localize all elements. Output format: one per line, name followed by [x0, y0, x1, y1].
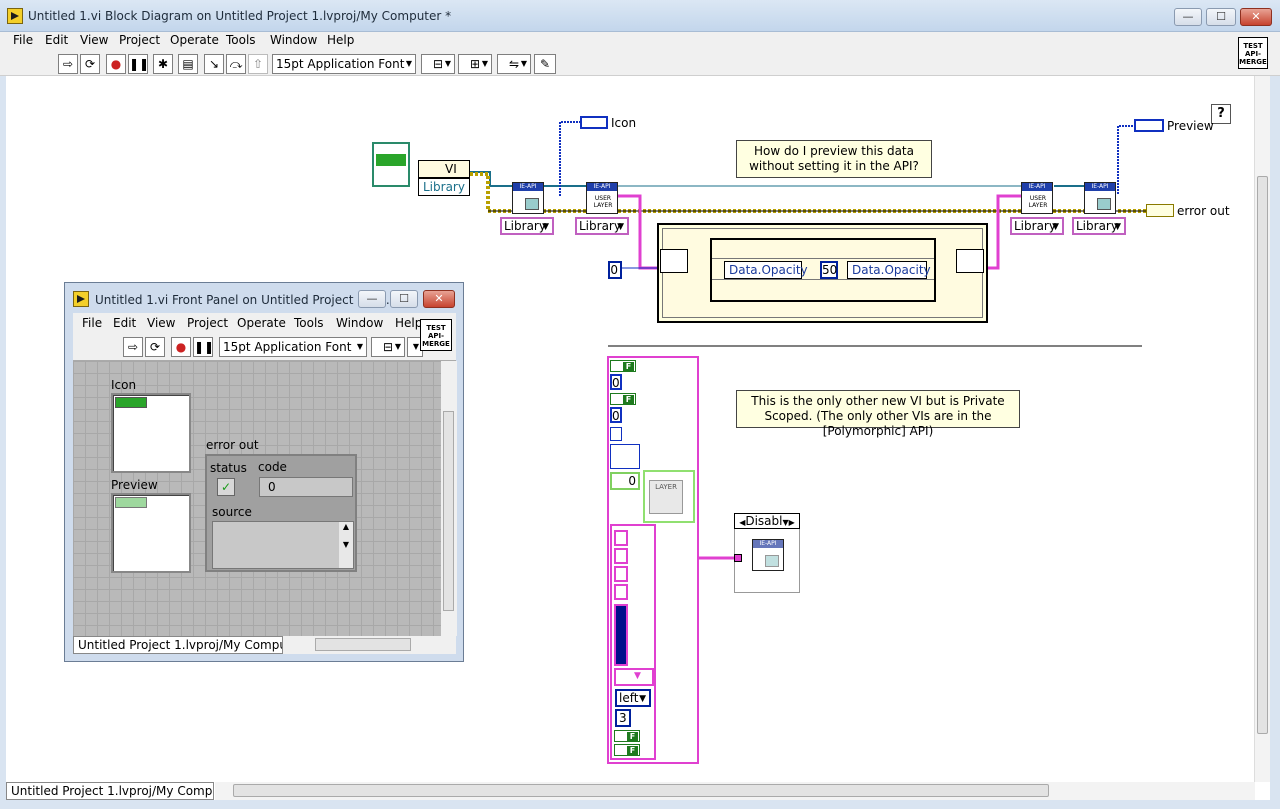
fp-status-bar: Untitled Project 1.lvproj/My Computer — [73, 636, 283, 654]
fp-menu-view[interactable]: View — [147, 316, 175, 330]
api-subvi-1[interactable]: IE-API — [512, 182, 544, 214]
opacity-property-1[interactable]: Data.Opacity — [724, 261, 808, 279]
vertical-scrollbar[interactable] — [1254, 76, 1270, 782]
fp-status-check-icon: ✓ — [217, 478, 235, 496]
fp-menu-edit[interactable]: Edit — [113, 316, 136, 330]
icon-indicator-label: Icon — [611, 116, 637, 130]
numeric-constant-4[interactable]: 3 — [615, 709, 631, 727]
vi-reference-node[interactable]: VI — [418, 160, 470, 178]
disable-selector[interactable]: ◀Disabl▼▶ — [734, 513, 800, 529]
fp-menu-help[interactable]: Help — [395, 316, 422, 330]
numeric-constant-1[interactable]: 0 — [610, 374, 622, 390]
array-element[interactable] — [614, 566, 628, 582]
window-frame-left — [0, 76, 6, 800]
picture-constant[interactable] — [610, 444, 640, 469]
fp-menu-project[interactable]: Project — [187, 316, 228, 330]
opacity-property-2[interactable]: Data.Opacity — [847, 261, 931, 279]
fp-toolbar: ⇨ ⟳ ● ❚❚ 15pt Application Font ⊟ — [73, 333, 456, 361]
comment-note-1: How do I preview this data without setti… — [736, 140, 932, 178]
library-selector-2[interactable]: Library — [575, 217, 629, 235]
bundle-node[interactable] — [956, 249, 984, 273]
boolean-constant-2[interactable]: F — [610, 393, 636, 405]
fp-menu-file[interactable]: File — [82, 316, 102, 330]
window-frame-right — [1270, 76, 1280, 809]
layer-constant[interactable]: LAYER — [643, 470, 695, 523]
picture-wire — [1117, 125, 1134, 194]
array-element[interactable] — [614, 584, 628, 600]
status-bar: Untitled Project 1.lvproj/My Computer — [6, 782, 214, 800]
fp-font-selector[interactable]: 15pt Application Font — [219, 337, 367, 357]
fp-vi-icon: TEST API-MERGE — [420, 319, 452, 351]
boolean-constant-1[interactable]: F — [610, 360, 636, 372]
error-out-terminal[interactable] — [1146, 204, 1174, 217]
preview-indicator-terminal[interactable] — [1134, 119, 1164, 132]
zero-constant[interactable]: 0 — [608, 261, 622, 279]
fp-pause-icon[interactable]: ❚❚ — [193, 337, 214, 357]
boolean-constant-3[interactable]: F — [614, 730, 640, 742]
fp-minimize-button[interactable]: — — [358, 290, 386, 308]
array-element[interactable] — [614, 530, 628, 546]
preview-indicator-label: Preview — [1167, 119, 1214, 133]
unbundle-node[interactable] — [660, 249, 688, 273]
front-panel-title: Untitled 1.vi Front Panel on Untitled Pr… — [95, 293, 390, 307]
user-layer-subvi-1[interactable]: IE-API USER LAYER — [586, 182, 618, 214]
fifty-constant[interactable]: 50 — [820, 261, 838, 279]
array-element[interactable] — [614, 548, 628, 564]
numeric-constant-3[interactable]: 0 — [610, 472, 640, 490]
fp-code-label: code — [258, 460, 287, 474]
error-out-label: error out — [1177, 204, 1230, 218]
fp-status-label: status — [210, 461, 247, 475]
numeric-constant-2[interactable]: 0 — [610, 407, 622, 423]
fp-icon-label: Icon — [111, 378, 137, 392]
library-selector-4[interactable]: Library — [1072, 217, 1126, 235]
fp-panel-area: Icon Preview error out status code ✓ 0 s… — [73, 361, 441, 636]
fp-menu-bar: File Edit View Project Operate Tools Win… — [73, 313, 456, 333]
fp-abort-icon[interactable]: ● — [171, 337, 191, 357]
array-dark-elements[interactable] — [614, 604, 628, 666]
library-selector-1[interactable]: Library — [500, 217, 554, 235]
fp-menu-operate[interactable]: Operate — [237, 316, 286, 330]
fp-icon-picture[interactable] — [111, 393, 191, 473]
icon-control-terminal[interactable] — [372, 142, 410, 187]
fp-run-continuous-icon[interactable]: ⟳ — [145, 337, 165, 357]
picture-wire — [559, 121, 580, 196]
fp-close-button[interactable]: ✕ — [423, 290, 455, 308]
tunnel — [734, 554, 742, 562]
fp-maximize-button[interactable]: ☐ — [390, 290, 418, 308]
fp-preview-label: Preview — [111, 478, 158, 492]
fp-source-field[interactable]: ▲ ▼ — [212, 521, 354, 569]
fp-preview-picture[interactable] — [111, 493, 191, 573]
labview-icon — [73, 291, 89, 307]
api-subvi-disabled[interactable]: IE-API — [752, 539, 784, 571]
ref-constant[interactable] — [610, 427, 622, 441]
fp-menu-tools[interactable]: Tools — [294, 316, 324, 330]
comment-note-2: This is the only other new VI but is Pri… — [736, 390, 1020, 438]
fp-code-value[interactable]: 0 — [259, 477, 353, 497]
fp-source-label: source — [212, 505, 252, 519]
ring-constant[interactable]: ▼ — [614, 668, 654, 686]
icon-indicator-terminal[interactable] — [580, 116, 608, 129]
user-layer-subvi-2[interactable]: IE-API USER LAYER — [1021, 182, 1053, 214]
api-subvi-2[interactable]: IE-API — [1084, 182, 1116, 214]
fp-run-arrow-icon[interactable]: ⇨ — [123, 337, 143, 357]
library-selector-3[interactable]: Library — [1010, 217, 1064, 235]
fp-align-icon[interactable]: ⊟ — [371, 337, 405, 357]
library-property[interactable]: Library — [418, 178, 470, 196]
fp-error-out-label: error out — [206, 438, 259, 452]
front-panel-window[interactable]: Untitled 1.vi Front Panel on Untitled Pr… — [64, 282, 464, 662]
fp-horizontal-scrollbar[interactable] — [283, 636, 456, 654]
boolean-constant-4[interactable]: F — [614, 744, 640, 756]
window-frame-bottom — [0, 800, 1280, 809]
fp-menu-window[interactable]: Window — [336, 316, 383, 330]
horizontal-scrollbar[interactable] — [215, 782, 1255, 800]
fp-vertical-scrollbar[interactable] — [441, 361, 457, 636]
alignment-selector[interactable]: left — [615, 689, 651, 707]
